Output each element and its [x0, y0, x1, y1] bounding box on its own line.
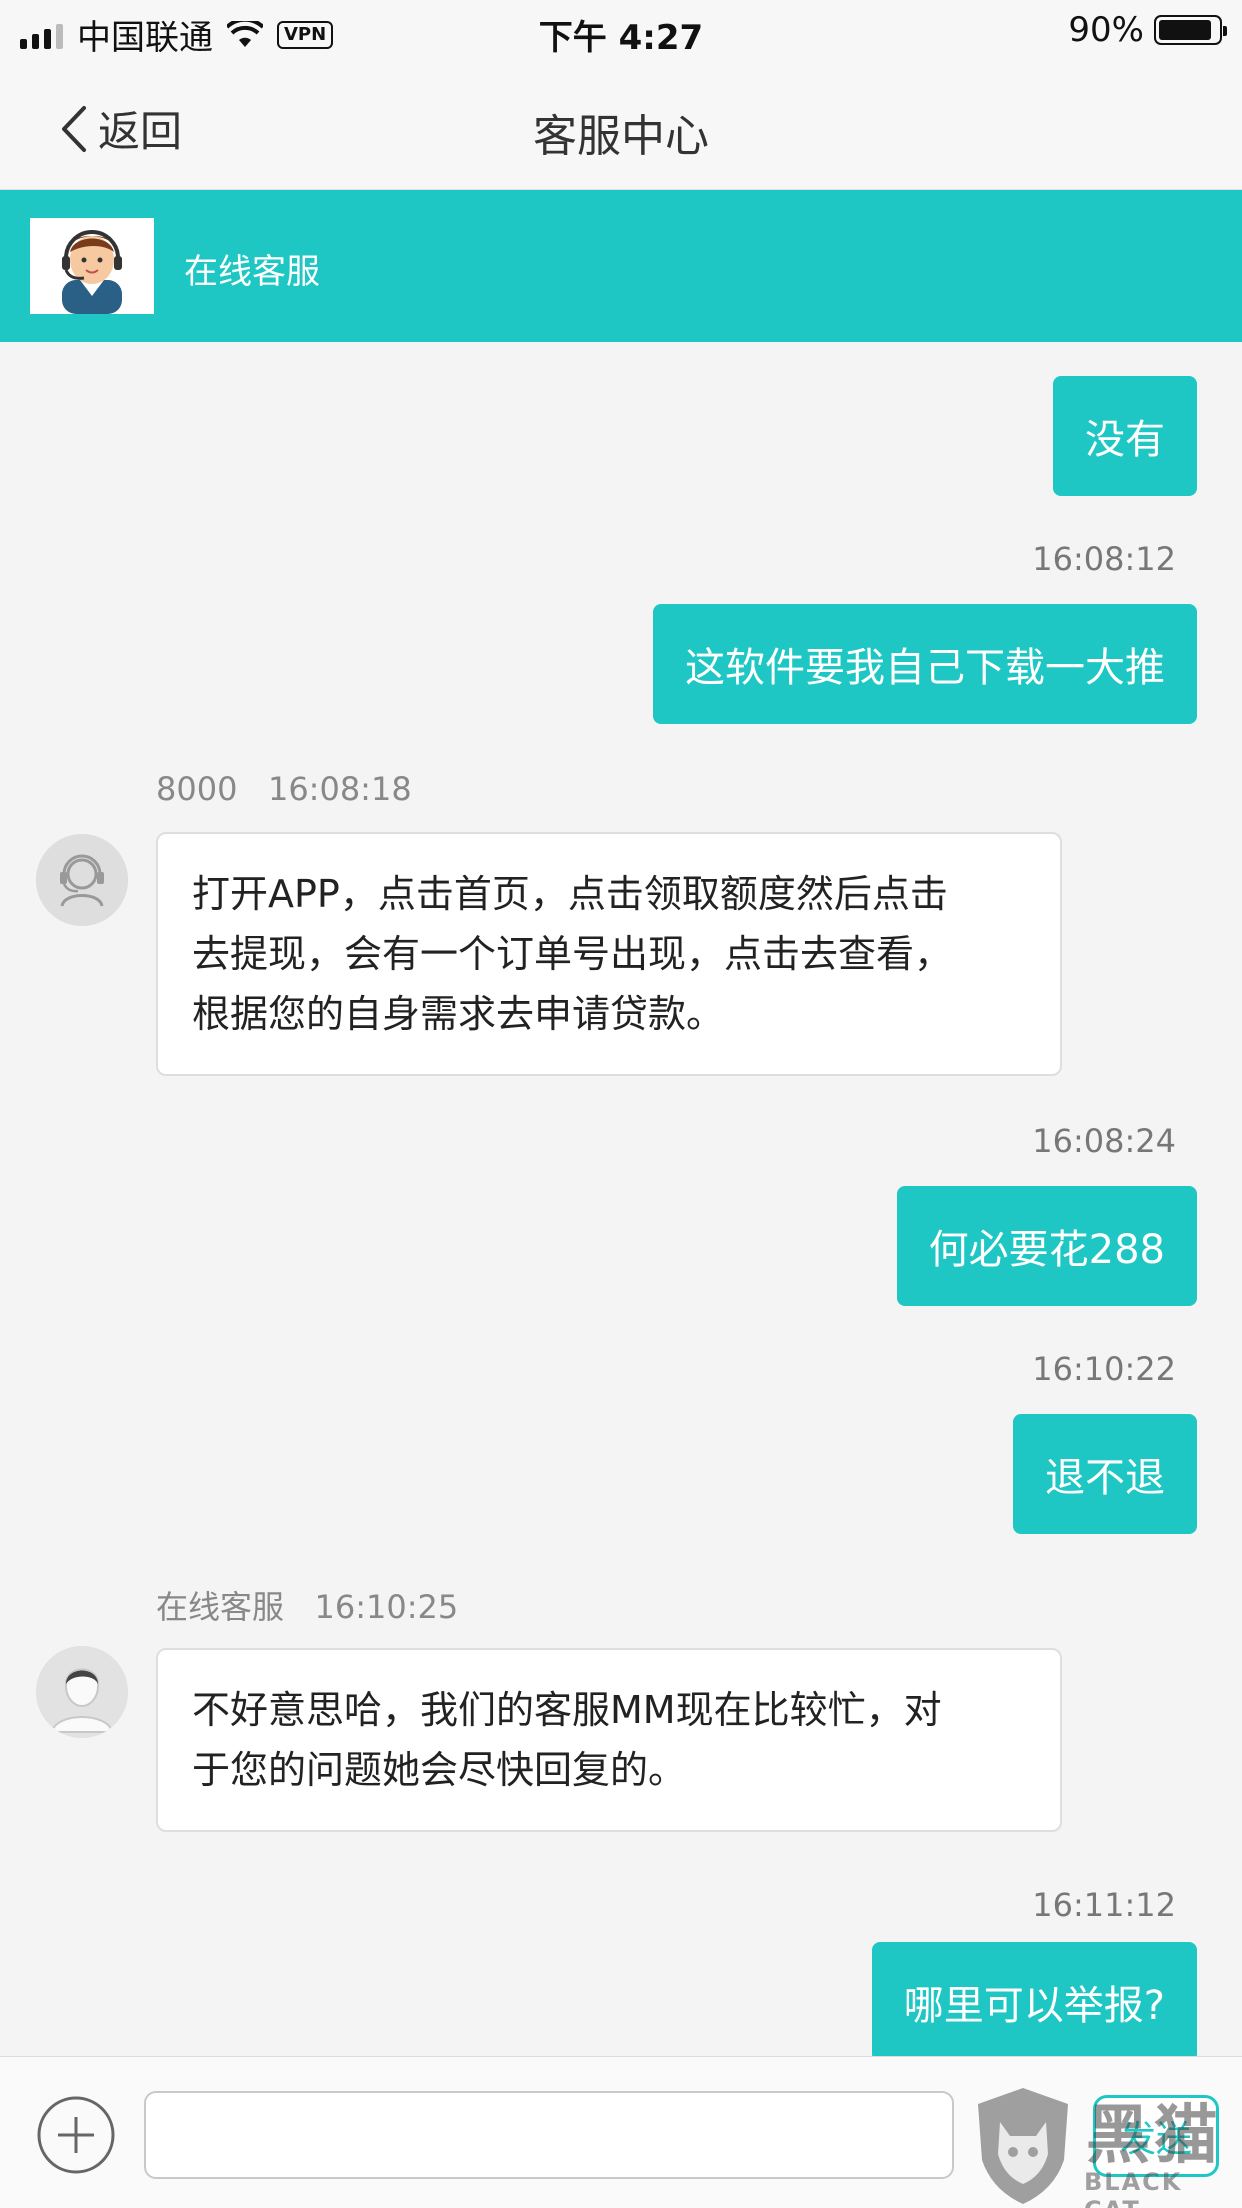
message-meta: 在线客服 16:10:25 — [156, 1582, 458, 1628]
sender-name: 在线客服 — [156, 1588, 285, 1626]
page-title: 客服中心 — [533, 111, 709, 162]
send-label: 发送 — [1119, 2119, 1192, 2160]
message-timestamp: 16:08:18 — [267, 770, 412, 808]
message-line: 不好意思哈，我们的客服MM现在比较忙，对 — [192, 1688, 942, 1732]
battery-icon — [1154, 15, 1227, 45]
nav-bar: 返回 客服中心 — [0, 62, 1242, 190]
message-line: 根据您的自身需求去申请贷款。 — [192, 992, 725, 1036]
avatar[interactable] — [36, 1646, 128, 1738]
headset-agent-icon — [36, 834, 128, 926]
chat-screen: 中国联通 VPN 下午 4:27 90% 返回 客服中心 在线客服 没有 16:… — [0, 0, 1242, 2208]
message-input[interactable] — [144, 2091, 954, 2179]
message-text: 何必要花288 — [928, 1227, 1165, 1273]
plus-circle-icon — [37, 2096, 115, 2174]
input-bar: 发送 — [0, 2056, 1242, 2208]
message-bubble-outgoing[interactable]: 没有 — [1053, 376, 1197, 496]
message-text: 没有 — [1085, 417, 1165, 463]
send-button[interactable]: 发送 — [1093, 2095, 1219, 2177]
status-right: 90% — [1068, 10, 1227, 50]
message-line: 于您的问题她会尽快回复的。 — [192, 1748, 687, 1792]
message-text: 哪里可以举报? — [903, 1983, 1165, 2029]
agent-header: 在线客服 — [0, 190, 1242, 342]
status-bar: 中国联通 VPN 下午 4:27 90% — [0, 0, 1242, 62]
message-bubble-incoming[interactable]: 打开APP，点击首页，点击领取额度然后点击 去提现，会有一个订单号出现，点击去查… — [156, 832, 1062, 1076]
message-bubble-incoming[interactable]: 不好意思哈，我们的客服MM现在比较忙，对 于您的问题她会尽快回复的。 — [156, 1648, 1062, 1832]
battery-level — [1159, 20, 1212, 40]
message-bubble-outgoing[interactable]: 这软件要我自己下载一大推 — [653, 604, 1197, 724]
message-bubble-outgoing[interactable]: 哪里可以举报? — [871, 1942, 1197, 2056]
battery-percent: 90% — [1068, 10, 1144, 50]
back-button[interactable]: 返回 — [56, 98, 182, 159]
chevron-left-icon — [62, 105, 86, 152]
chat-history[interactable]: 没有 16:08:12 这软件要我自己下载一大推 8000 16:08:18 打… — [0, 342, 1242, 2056]
message-text: 这软件要我自己下载一大推 — [685, 645, 1165, 691]
back-label: 返回 — [98, 107, 183, 156]
message-line: 去提现，会有一个订单号出现，点击去查看， — [192, 932, 953, 976]
support-agent-icon — [62, 230, 122, 314]
avatar[interactable] — [36, 834, 128, 926]
agent-avatar[interactable] — [30, 218, 154, 314]
message-meta: 8000 16:08:18 — [156, 770, 412, 808]
message-timestamp: 16:10:25 — [314, 1588, 459, 1626]
sender-name: 8000 — [156, 770, 238, 808]
message-bubble-outgoing[interactable]: 退不退 — [1013, 1414, 1197, 1534]
user-silhouette-icon — [36, 1646, 128, 1738]
agent-name: 在线客服 — [184, 252, 320, 292]
message-line: 打开APP，点击首页，点击领取额度然后点击 — [192, 872, 948, 916]
message-timestamp: 16:08:24 — [1032, 1122, 1176, 1160]
status-time: 下午 4:27 — [538, 18, 704, 58]
message-timestamp: 16:11:12 — [1032, 1886, 1176, 1924]
message-text: 退不退 — [1045, 1455, 1165, 1501]
message-bubble-outgoing[interactable]: 何必要花288 — [896, 1186, 1197, 1306]
add-attachment-button[interactable] — [36, 2095, 116, 2175]
message-timestamp: 16:10:22 — [1032, 1350, 1176, 1388]
message-timestamp: 16:08:12 — [1032, 540, 1176, 578]
